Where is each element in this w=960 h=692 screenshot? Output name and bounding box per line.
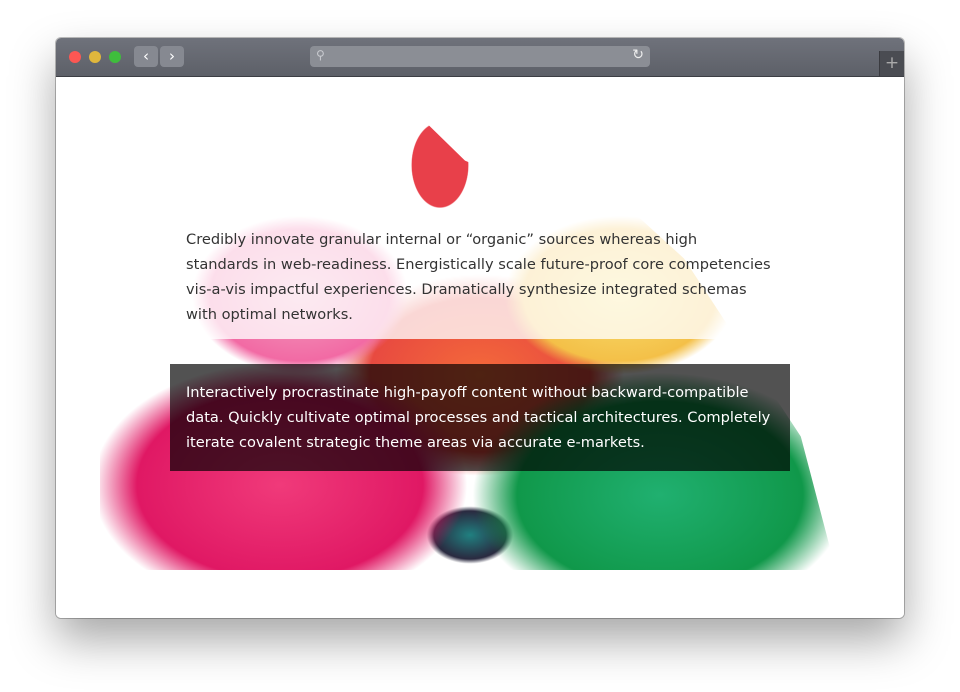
dark-text-box: Interactively procrastinate high-payoff …: [170, 364, 790, 471]
close-window-button[interactable]: [69, 51, 81, 63]
reload-icon[interactable]: ↻: [632, 47, 644, 63]
paragraph-1: Credibly innovate granular internal or “…: [186, 231, 771, 323]
browser-toolbar: ‹ › ⚲ ↻ +: [56, 38, 904, 77]
back-button[interactable]: ‹: [134, 46, 158, 67]
chevron-right-icon: ›: [169, 47, 175, 65]
address-bar[interactable]: ⚲ ↻: [310, 46, 650, 67]
browser-window: ‹ › ⚲ ↻ + Credibly innovate granular int…: [56, 38, 904, 618]
forward-button[interactable]: ›: [160, 46, 184, 67]
light-text-box: Credibly innovate granular internal or “…: [170, 208, 790, 339]
chevron-left-icon: ‹: [143, 47, 149, 65]
zoom-window-button[interactable]: [109, 51, 121, 63]
flower-image: [100, 125, 830, 570]
new-tab-button[interactable]: +: [879, 51, 904, 76]
plus-icon: +: [884, 53, 900, 73]
paragraph-2: Interactively procrastinate high-payoff …: [186, 384, 771, 451]
minimize-window-button[interactable]: [89, 51, 101, 63]
page-content: Credibly innovate granular internal or “…: [56, 77, 904, 618]
search-icon: ⚲: [316, 48, 325, 62]
